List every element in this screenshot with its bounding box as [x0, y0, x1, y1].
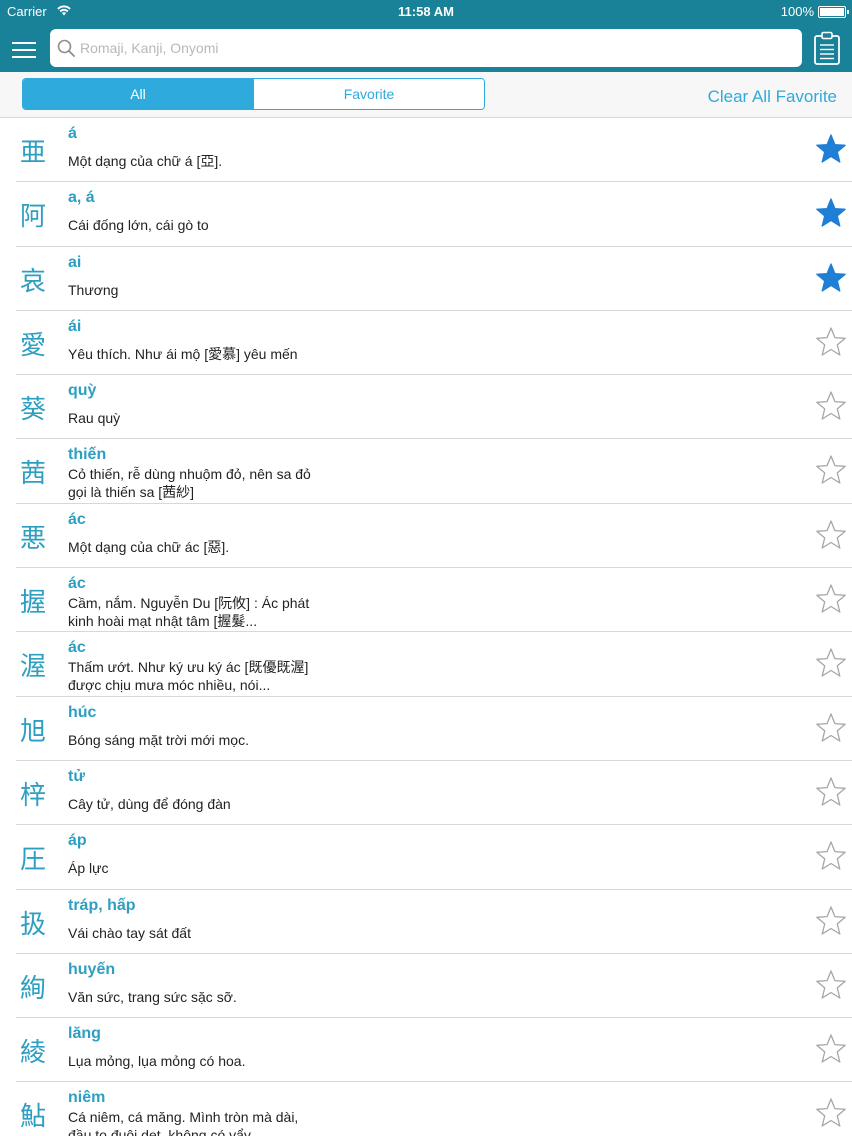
kanji-meaning: Thương — [68, 281, 119, 298]
kanji-meaning: Cầm, nắm. Nguyễn Du [阮攸] : Ác phát kinh … — [68, 595, 310, 630]
star-outline-icon[interactable] — [815, 326, 847, 358]
tab-favorite[interactable]: Favorite — [253, 79, 484, 109]
star-outline-icon[interactable] — [815, 969, 847, 1001]
kanji-character: 哀 — [20, 266, 47, 297]
list-item[interactable]: 握 ác Cầm, nắm. Nguyễn Du [阮攸] : Ác phát ki… — [0, 568, 852, 633]
list-item[interactable]: 葵 quỳ Rau quỳ — [0, 375, 852, 440]
star-filled-icon[interactable] — [815, 262, 847, 294]
kanji-character: 愛 — [20, 330, 47, 361]
kanji-character: 鮎 — [20, 1102, 47, 1133]
kanji-meaning: Cái đống lớn, cái gò to — [68, 217, 209, 234]
clear-all-favorite-button[interactable]: Clear All Favorite — [708, 87, 837, 107]
star-outline-icon[interactable] — [815, 712, 847, 744]
kanji-meaning: Một dạng của chữ á [亞]. — [68, 153, 223, 169]
list-item[interactable]: 渥 ác Thấm ướt. Như ký ưu ký ác [既優既渥] được… — [0, 632, 852, 697]
kanji-meaning: Cỏ thiến, rễ dùng nhuộm đỏ, nên sa đỏ gọ… — [68, 466, 311, 501]
kanji-reading: tráp, hấp — [68, 896, 136, 914]
star-outline-icon[interactable] — [815, 776, 847, 808]
list-item[interactable]: 圧 áp Áp lực — [0, 825, 852, 890]
status-bar: Carrier 11:58 AM 100% — [0, 0, 852, 24]
star-outline-icon[interactable] — [815, 1033, 847, 1065]
star-outline-icon[interactable] — [815, 840, 847, 872]
star-filled-icon[interactable] — [815, 133, 847, 165]
kanji-reading: ai — [68, 253, 82, 271]
kanji-character: 絢 — [20, 973, 47, 1004]
kanji-reading: ác — [68, 510, 86, 528]
filter-bar: All Favorite Clear All Favorite — [0, 72, 852, 118]
kanji-meaning: Thấm ướt. Như ký ưu ký ác [既優既渥] được ch… — [68, 659, 309, 694]
clipboard-icon[interactable] — [813, 31, 841, 70]
star-outline-icon[interactable] — [815, 583, 847, 615]
segmented-control: All Favorite — [22, 78, 485, 110]
kanji-reading: niêm — [68, 1089, 106, 1107]
kanji-character: 梓 — [20, 780, 47, 811]
star-outline-icon[interactable] — [815, 390, 847, 422]
list-item[interactable]: 哀 ai Thương — [0, 247, 852, 311]
kanji-reading: áp — [68, 832, 87, 850]
list-item[interactable]: 扱 tráp, hấp Vái chào tay sát đất — [0, 890, 852, 954]
battery-icon — [818, 6, 849, 18]
list-item[interactable]: 愛 ái Yêu thích. Như ái mộ [愛慕] yêu mến — [0, 311, 852, 376]
kanji-character: 茜 — [20, 459, 47, 490]
search-box[interactable] — [50, 29, 802, 67]
kanji-reading: húc — [68, 703, 97, 721]
kanji-character: 扱 — [20, 909, 47, 940]
nav-bar — [0, 24, 852, 72]
kanji-character: 悪 — [20, 523, 47, 554]
kanji-character: 渥 — [20, 652, 47, 683]
kanji-meaning: Yêu thích. Như ái mộ [愛慕] yêu mến — [68, 345, 298, 362]
kanji-character: 阿 — [20, 202, 47, 233]
star-outline-icon[interactable] — [815, 454, 847, 486]
kanji-list[interactable]: 亜 á Một dạng của chữ á [亞]. 阿 a, á Cái đống l… — [0, 118, 852, 1136]
search-icon — [57, 39, 75, 62]
kanji-meaning: Áp lực — [68, 860, 109, 877]
hamburger-menu-icon[interactable] — [12, 42, 36, 58]
tab-all[interactable]: All — [23, 79, 253, 109]
clock: 11:58 AM — [398, 4, 454, 19]
list-item[interactable]: 悪 ác Một dạng của chữ ác [惡]. — [0, 504, 852, 569]
list-item[interactable]: 綾 lăng Lụa mỏng, lụa mỏng có hoa. — [0, 1018, 852, 1083]
kanji-reading: ái — [68, 317, 82, 335]
list-item[interactable]: 梓 tử Cây tử, dùng để đóng đàn — [0, 761, 852, 826]
star-outline-icon[interactable] — [815, 647, 847, 679]
kanji-meaning: Rau quỳ — [68, 410, 121, 427]
kanji-meaning: Vái chào tay sát đất — [68, 924, 191, 941]
kanji-character: 握 — [20, 588, 47, 619]
kanji-reading: ác — [68, 639, 86, 657]
kanji-reading: a, á — [68, 189, 95, 207]
kanji-meaning: Một dạng của chữ ác [惡]. — [68, 538, 230, 555]
kanji-character: 葵 — [20, 395, 47, 426]
kanji-character: 旭 — [20, 716, 47, 747]
star-outline-icon[interactable] — [815, 1097, 847, 1129]
list-item[interactable]: 鮎 niêm Cá niêm, cá măng. Mình tròn mà dài,… — [0, 1082, 852, 1136]
star-outline-icon[interactable] — [815, 905, 847, 937]
kanji-meaning: Cây tử, dùng để đóng đàn — [68, 795, 231, 812]
list-item[interactable]: 茜 thiến Cỏ thiến, rễ dùng nhuộm đỏ, nên sa… — [0, 439, 852, 504]
battery-percent: 100% — [780, 4, 814, 19]
kanji-meaning: Văn sức, trang sức sặc sỡ. — [68, 988, 237, 1005]
kanji-character: 綾 — [20, 1038, 47, 1069]
star-filled-icon[interactable] — [815, 197, 847, 229]
kanji-reading: quỳ — [68, 382, 97, 400]
list-item[interactable]: 旭 húc Bóng sáng mặt trời mới mọc. — [0, 697, 852, 761]
kanji-reading: thiến — [68, 446, 107, 464]
list-item[interactable]: 亜 á Một dạng của chữ á [亞]. — [0, 118, 852, 183]
search-input[interactable] — [80, 33, 780, 63]
kanji-reading: ác — [68, 575, 86, 593]
star-outline-icon[interactable] — [815, 519, 847, 551]
list-item[interactable]: 阿 a, á Cái đống lớn, cái gò to — [0, 182, 852, 247]
kanji-meaning: Cá niêm, cá măng. Mình tròn mà dài, đầu … — [68, 1109, 299, 1136]
list-item[interactable]: 絢 huyến Văn sức, trang sức sặc sỡ. — [0, 954, 852, 1019]
kanji-meaning: Bóng sáng mặt trời mới mọc. — [68, 731, 249, 748]
kanji-reading: lăng — [68, 1025, 101, 1043]
kanji-meaning: Lụa mỏng, lụa mỏng có hoa. — [68, 1053, 246, 1070]
kanji-character: 亜 — [20, 138, 47, 168]
kanji-reading: á — [68, 125, 77, 142]
kanji-reading: huyến — [68, 960, 116, 978]
kanji-character: 圧 — [20, 845, 47, 876]
kanji-reading: tử — [68, 767, 85, 785]
